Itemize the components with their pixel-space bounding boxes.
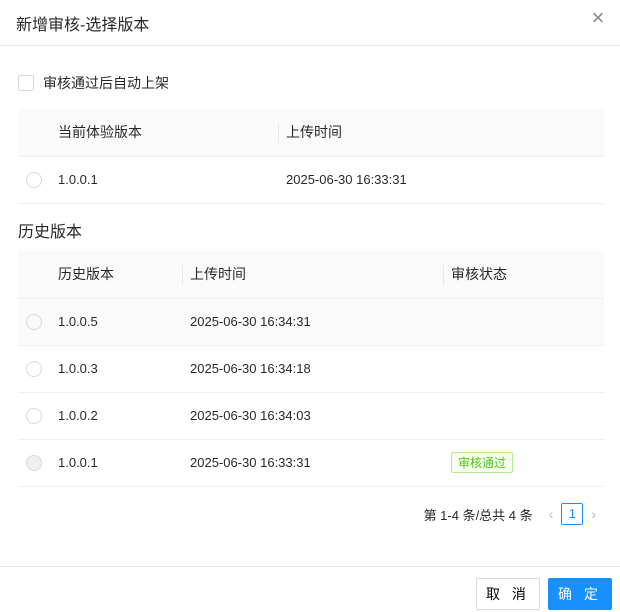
version-radio-disabled <box>26 454 42 471</box>
cancel-button[interactable]: 取 消 <box>476 578 540 610</box>
version-radio[interactable] <box>26 313 42 330</box>
version-radio[interactable] <box>26 407 42 424</box>
checkbox-box[interactable] <box>18 75 34 91</box>
table-row[interactable]: 1.0.0.2 2025-06-30 16:34:03 <box>18 392 604 440</box>
status-badge: 审核通过 <box>451 452 514 473</box>
close-icon[interactable]: × <box>588 7 608 29</box>
auto-publish-label: 审核通过后自动上架 <box>43 75 169 91</box>
table-row: 1.0.0.1 2025-06-30 16:33:31 审核通过 <box>18 439 604 487</box>
pagination: 第 1-4 条/总共 4 条 ‹ 1 › <box>424 503 604 525</box>
dialog-footer: 取 消 确 定 <box>0 566 620 612</box>
column-header: 上传时间 <box>278 109 604 157</box>
auto-publish-checkbox[interactable]: 审核通过后自动上架 <box>18 73 169 93</box>
table-row[interactable]: 1.0.0.1 2025-06-30 16:33:31 <box>18 156 604 204</box>
current-version-table: 当前体验版本 上传时间 1.0.0.1 2025-06-30 16:33:31 <box>18 109 604 204</box>
column-header: 审核状态 <box>443 251 604 299</box>
history-section-title: 历史版本 <box>18 224 83 241</box>
chevron-right-icon[interactable]: › <box>591 506 596 522</box>
column-header: 历史版本 <box>58 251 182 299</box>
confirm-button[interactable]: 确 定 <box>548 578 612 610</box>
version-radio[interactable] <box>26 360 42 377</box>
chevron-left-icon[interactable]: ‹ <box>549 506 554 522</box>
pagination-summary: 第 1-4 条/总共 4 条 <box>423 507 533 523</box>
page-button[interactable]: 1 <box>561 503 584 525</box>
dialog-title: 新增审核-选择版本 <box>16 16 150 34</box>
version-radio[interactable] <box>26 171 42 188</box>
column-header: 上传时间 <box>182 251 443 299</box>
history-version-table: 历史版本 上传时间 审核状态 1.0.0.5 2025-06-30 16:34:… <box>18 251 604 487</box>
table-row[interactable]: 1.0.0.3 2025-06-30 16:34:18 <box>18 345 604 393</box>
dialog-header: 新增审核-选择版本 <box>0 0 620 46</box>
column-header: 当前体验版本 <box>58 109 278 157</box>
table-row[interactable]: 1.0.0.5 2025-06-30 16:34:31 <box>18 298 604 346</box>
